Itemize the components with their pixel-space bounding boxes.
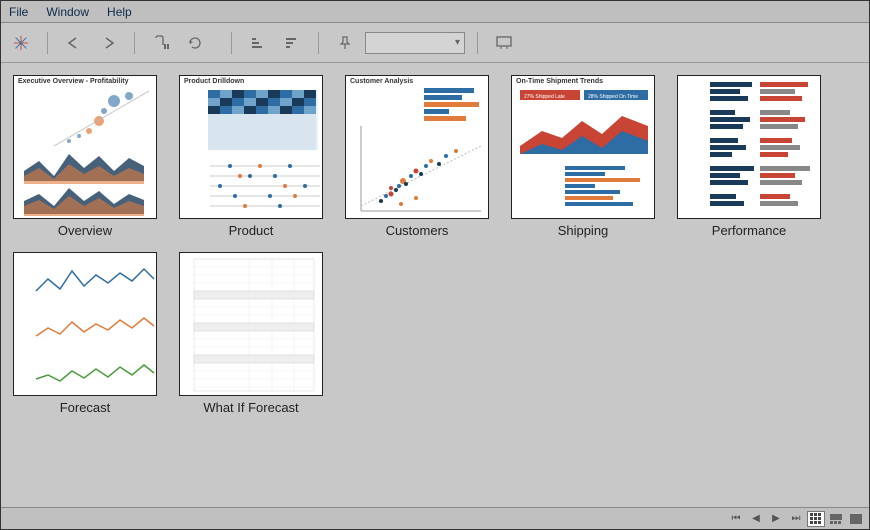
menu-window[interactable]: Window bbox=[46, 5, 89, 19]
sheet-label: What If Forecast bbox=[203, 400, 298, 415]
separator bbox=[47, 32, 48, 54]
sheet-forecast[interactable]: Forecast bbox=[13, 252, 157, 415]
sheet-label: Overview bbox=[58, 223, 112, 238]
menu-help[interactable]: Help bbox=[107, 5, 132, 19]
sheet-sorter-canvas: Executive Overview - Profitability bbox=[1, 63, 869, 427]
sheet-thumbnail[interactable]: Executive Overview - Profitability bbox=[13, 75, 157, 219]
sort-desc-button[interactable] bbox=[278, 30, 306, 56]
tabs-view-button[interactable] bbox=[847, 511, 865, 527]
tableau-logo-icon bbox=[7, 30, 35, 56]
highlight-dropdown[interactable]: ▾ bbox=[365, 32, 465, 54]
sheet-label: Performance bbox=[712, 223, 786, 238]
menubar: File Window Help bbox=[1, 1, 869, 23]
refresh-button[interactable] bbox=[181, 30, 209, 56]
sheet-shipping[interactable]: On-Time Shipment Trends 27% Shipped Late… bbox=[511, 75, 655, 238]
sheet-thumbnail[interactable] bbox=[677, 75, 821, 219]
sheet-thumbnail[interactable] bbox=[179, 252, 323, 396]
sheet-label: Product bbox=[229, 223, 274, 238]
separator bbox=[477, 32, 478, 54]
last-sheet-button[interactable]: ⏭ bbox=[787, 511, 805, 527]
sheet-thumbnail[interactable] bbox=[13, 252, 157, 396]
separator bbox=[134, 32, 135, 54]
pause-button[interactable] bbox=[147, 30, 175, 56]
sheet-thumbnail[interactable]: On-Time Shipment Trends 27% Shipped Late… bbox=[511, 75, 655, 219]
thumb-title: Executive Overview - Profitability bbox=[18, 78, 129, 85]
badge-shipped-late: 27% Shipped Late bbox=[524, 94, 565, 100]
sort-asc-button[interactable] bbox=[244, 30, 272, 56]
thumb-title: On-Time Shipment Trends bbox=[516, 78, 603, 85]
sheet-label: Shipping bbox=[558, 223, 609, 238]
sheet-thumbnail[interactable]: Customer Analysis bbox=[345, 75, 489, 219]
thumb-title: Product Drilldown bbox=[184, 78, 244, 85]
badge-shipped-ontime: 28% Shipped On Time bbox=[588, 94, 638, 100]
filmstrip-view-button[interactable] bbox=[827, 511, 845, 527]
sheet-thumbnail[interactable]: Product Drilldown bbox=[179, 75, 323, 219]
statusbar: ⏮ ◀ ▶ ⏭ bbox=[1, 507, 869, 529]
sheet-what-if-forecast[interactable]: What If Forecast bbox=[179, 252, 323, 415]
pin-button[interactable] bbox=[331, 30, 359, 56]
sheet-label: Customers bbox=[386, 223, 449, 238]
next-sheet-button[interactable]: ▶ bbox=[767, 511, 785, 527]
sheet-sorter-view-button[interactable] bbox=[807, 511, 825, 527]
sheet-overview[interactable]: Executive Overview - Profitability bbox=[13, 75, 157, 238]
menu-file[interactable]: File bbox=[9, 5, 28, 19]
sheet-performance[interactable]: Performance bbox=[677, 75, 821, 238]
sheet-customers[interactable]: Customer Analysis Customers bbox=[345, 75, 489, 238]
prev-sheet-button[interactable]: ◀ bbox=[747, 511, 765, 527]
separator bbox=[231, 32, 232, 54]
presentation-button[interactable] bbox=[490, 30, 518, 56]
thumb-title: Customer Analysis bbox=[350, 78, 413, 85]
sheet-label: Forecast bbox=[60, 400, 111, 415]
sheet-product[interactable]: Product Drilldown bbox=[179, 75, 323, 238]
first-sheet-button[interactable]: ⏮ bbox=[727, 511, 745, 527]
back-button[interactable] bbox=[60, 30, 88, 56]
separator bbox=[318, 32, 319, 54]
toolbar: ▾ bbox=[1, 23, 869, 63]
forward-button[interactable] bbox=[94, 30, 122, 56]
